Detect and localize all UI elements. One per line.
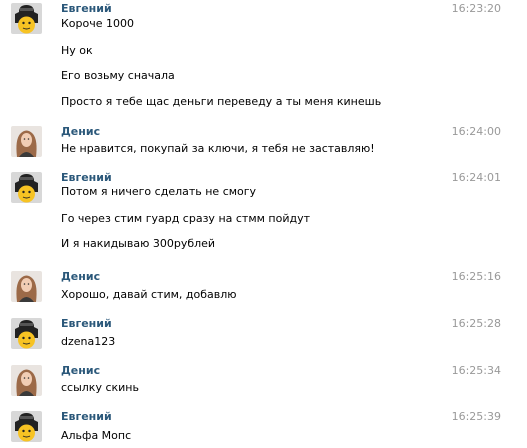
author-name[interactable]: Евгений	[61, 410, 112, 423]
bag-emoji-avatar-icon[interactable]	[11, 318, 42, 349]
girl-photo-avatar-icon[interactable]	[11, 126, 42, 157]
message-text: Короче 1000	[61, 17, 135, 30]
author-name[interactable]: Евгений	[61, 2, 112, 15]
author-name[interactable]: Евгений	[61, 317, 112, 330]
bag-emoji-avatar-icon[interactable]	[11, 172, 42, 203]
message-text: Го через стим гуард сразу на стмм пойдут	[61, 212, 311, 225]
author-name[interactable]: Денис	[61, 270, 100, 283]
message-time[interactable]: 16:25:28	[452, 317, 501, 330]
bag-emoji-avatar-icon[interactable]	[11, 411, 42, 442]
message-text: Просто я тебе щас деньги переведу а ты м…	[61, 95, 382, 108]
message-text: Ну ок	[61, 44, 93, 57]
message-text: Альфа Мопс	[61, 429, 132, 442]
author-name[interactable]: Евгений	[61, 171, 112, 184]
message-text: И я накидываю 300рублей	[61, 237, 216, 250]
message-text: Не нравится, покупай за ключи, я тебя не…	[61, 142, 375, 155]
message-text: ссылку скинь	[61, 381, 139, 394]
girl-photo-avatar-icon[interactable]	[11, 271, 42, 302]
message-time[interactable]: 16:24:01	[452, 171, 501, 184]
author-name[interactable]: Денис	[61, 364, 100, 377]
message-text: dzena123	[61, 335, 116, 348]
message-time[interactable]: 16:25:16	[452, 270, 501, 283]
message-history: Евгений 16:23:20 Короче 1000 Ну ок Его в…	[0, 0, 527, 448]
message-text: Его возьму сначала	[61, 69, 175, 82]
bag-emoji-avatar-icon[interactable]	[11, 3, 42, 34]
author-name[interactable]: Денис	[61, 125, 100, 138]
message-time[interactable]: 16:24:00	[452, 125, 501, 138]
message-text: Потом я ничего сделать не смогу	[61, 185, 257, 198]
message-text: Хорошо, давай стим, добавлю	[61, 288, 237, 301]
girl-photo-avatar-icon[interactable]	[11, 365, 42, 396]
message-time[interactable]: 16:23:20	[452, 2, 501, 15]
message-time[interactable]: 16:25:34	[452, 364, 501, 377]
message-time[interactable]: 16:25:39	[452, 410, 501, 423]
